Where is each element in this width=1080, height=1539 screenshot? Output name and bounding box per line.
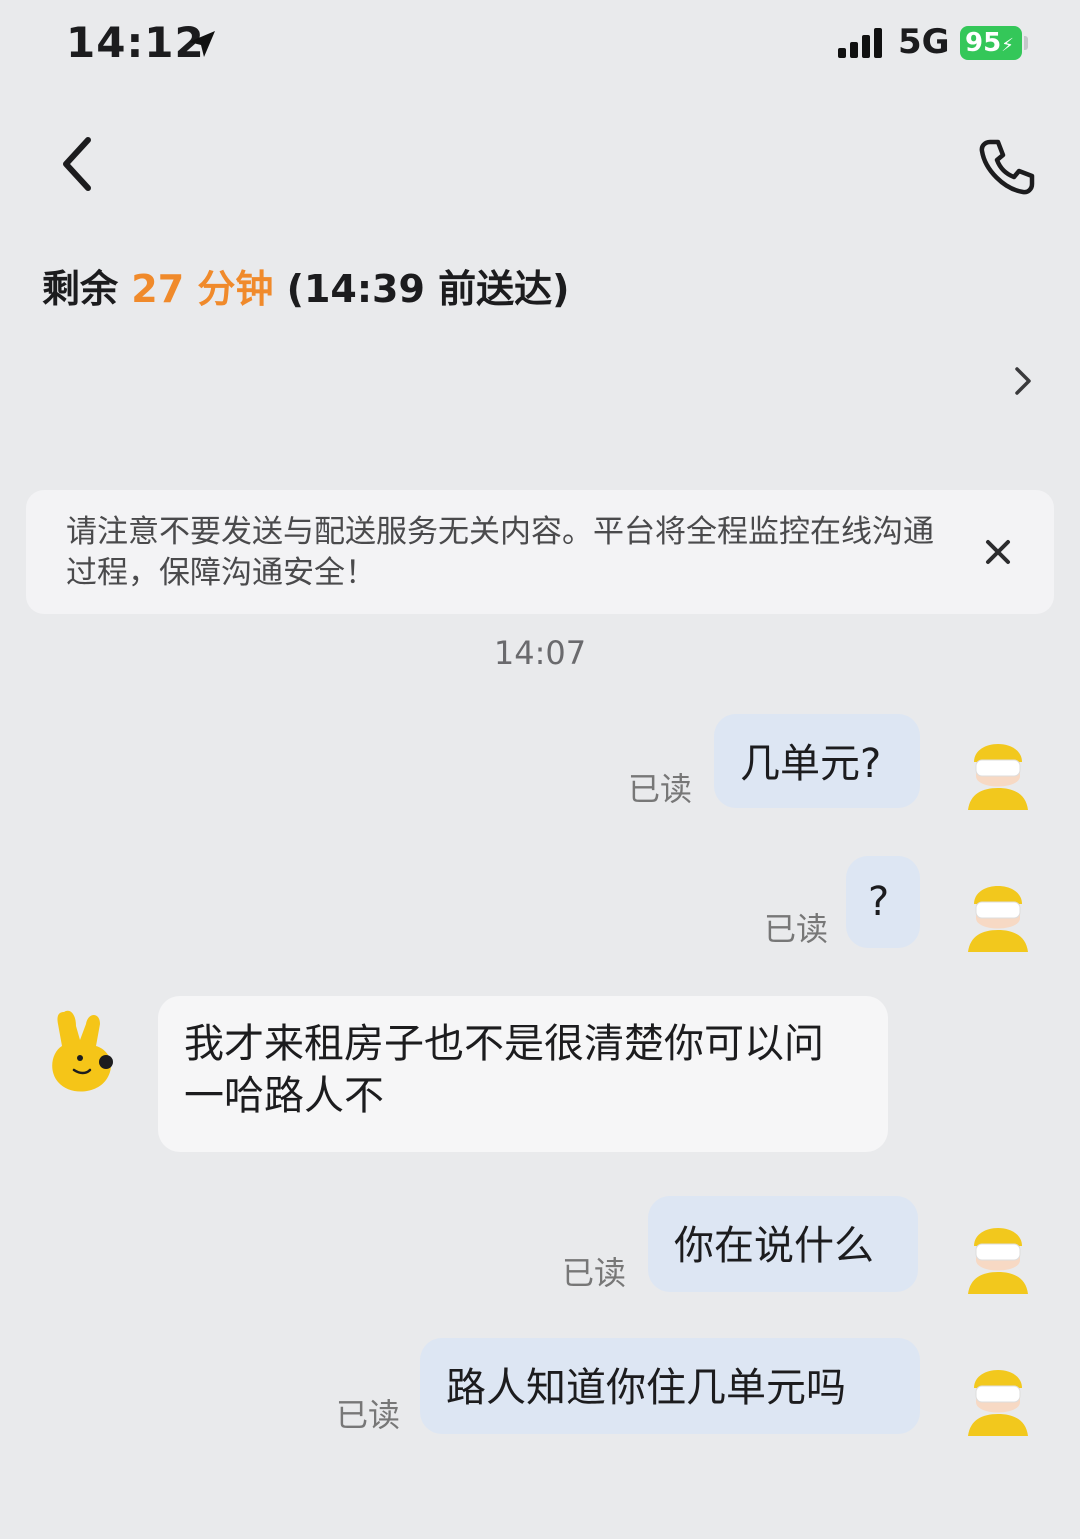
back-button[interactable] bbox=[52, 132, 108, 196]
message-bubble-mine[interactable]: ? bbox=[846, 856, 920, 948]
read-receipt: 已读 bbox=[336, 1396, 401, 1434]
chevron-right-icon bbox=[1015, 367, 1031, 395]
courier-avatar-icon bbox=[968, 744, 1028, 810]
safety-notice: 请注意不要发送与配送服务无关内容。平台将全程监控在线沟通过程，保障沟通安全！ bbox=[26, 490, 1054, 614]
battery-icon: 95⚡ bbox=[960, 26, 1022, 60]
signal-icon bbox=[838, 28, 882, 58]
network-type: 5G bbox=[898, 22, 950, 62]
read-receipt: 已读 bbox=[764, 910, 829, 948]
courier-avatar-icon bbox=[968, 1370, 1028, 1436]
call-button[interactable] bbox=[976, 136, 1038, 198]
eta-minutes: 27 分钟 bbox=[131, 267, 274, 311]
location-arrow-icon bbox=[189, 31, 215, 57]
delivery-eta: 剩余 27 分钟 (14:39 前送达) bbox=[42, 258, 570, 313]
battery-tip bbox=[1024, 36, 1028, 50]
eta-deadline: (14:39 前送达) bbox=[286, 267, 570, 311]
notice-text: 请注意不要发送与配送服务无关内容。平台将全程监控在线沟通过程，保障沟通安全！ bbox=[66, 514, 934, 591]
chevron-left-icon bbox=[63, 137, 91, 191]
notice-close-button[interactable] bbox=[980, 534, 1016, 570]
message-bubble-mine[interactable]: 几单元? bbox=[714, 714, 920, 808]
read-receipt: 已读 bbox=[628, 770, 693, 808]
order-detail-row[interactable] bbox=[0, 330, 1080, 440]
read-receipt: 已读 bbox=[562, 1254, 627, 1292]
courier-avatar-icon bbox=[968, 886, 1028, 952]
status-time: 14:12 bbox=[66, 18, 205, 67]
message-bubble-mine[interactable]: 路人知道你住几单元吗 bbox=[420, 1338, 920, 1434]
message-text: 你在说什么 bbox=[674, 1223, 874, 1269]
status-bar: 14:12 5G 95⚡ bbox=[0, 0, 1080, 90]
message-bubble-mine[interactable]: 你在说什么 bbox=[648, 1196, 918, 1292]
message-text: ? bbox=[868, 879, 890, 925]
message-bubble-theirs[interactable]: 我才来租房子也不是很清楚你可以问一哈路人不 bbox=[158, 996, 888, 1152]
charging-bolt-icon: ⚡ bbox=[1001, 35, 1014, 56]
message-text: 路人知道你住几单元吗 bbox=[446, 1365, 846, 1411]
close-icon bbox=[986, 540, 1010, 564]
message-text: 几单元? bbox=[740, 741, 882, 787]
courier-avatar-icon bbox=[968, 1228, 1028, 1294]
battery-level: 95 bbox=[965, 28, 1002, 58]
chat-timestamp: 14:07 bbox=[493, 634, 587, 672]
message-text: 我才来租房子也不是很清楚你可以问一哈路人不 bbox=[184, 1021, 824, 1119]
eta-prefix: 剩余 bbox=[42, 267, 119, 311]
customer-avatar-icon bbox=[52, 1010, 113, 1092]
phone-icon bbox=[979, 139, 1035, 195]
